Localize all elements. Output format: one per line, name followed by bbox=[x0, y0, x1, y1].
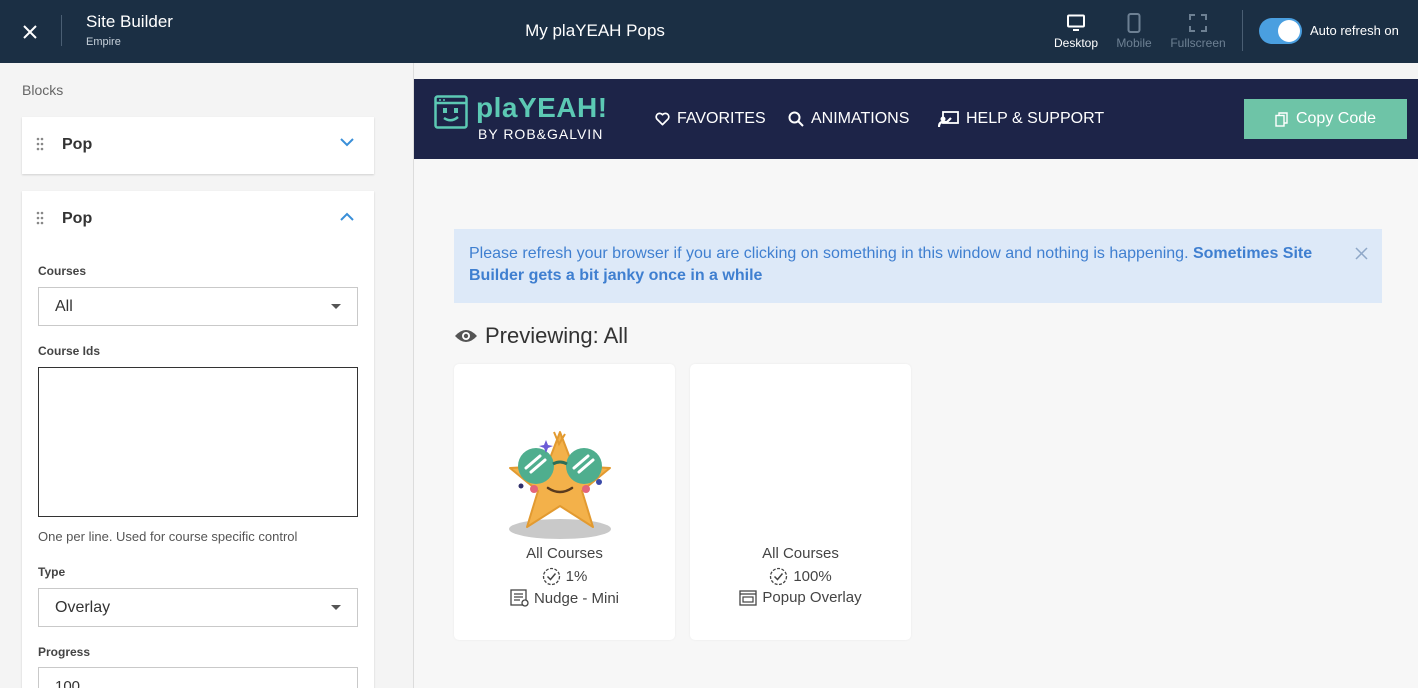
desktop-label: Desktop bbox=[1053, 36, 1099, 50]
fullscreen-label: Fullscreen bbox=[1170, 36, 1226, 50]
nav-help-label: HELP & SUPPORT bbox=[966, 110, 1105, 127]
progress-input[interactable] bbox=[38, 667, 358, 688]
course-ids-textarea[interactable] bbox=[38, 367, 358, 517]
blocks-heading: Blocks bbox=[22, 82, 64, 98]
mobile-icon bbox=[1104, 13, 1164, 33]
block-title: Pop bbox=[62, 136, 93, 153]
nudge-type-icon bbox=[510, 589, 529, 607]
block-pop-collapsed: Pop bbox=[22, 117, 374, 174]
caret-down-icon bbox=[331, 304, 341, 309]
toggle-knob bbox=[1278, 20, 1300, 42]
card-courses-text: All Courses bbox=[762, 545, 839, 562]
heart-icon bbox=[655, 112, 670, 126]
card-type: Popup Overlay bbox=[690, 589, 911, 606]
courses-select[interactable]: All bbox=[38, 287, 358, 326]
chevron-up-icon[interactable] bbox=[340, 212, 354, 221]
drag-handle-icon[interactable] bbox=[36, 211, 44, 225]
app-subtitle: Empire bbox=[86, 36, 121, 48]
close-icon bbox=[23, 25, 37, 39]
star-with-glasses-image bbox=[509, 431, 611, 539]
progress-check-icon bbox=[770, 567, 788, 586]
courses-value: All bbox=[55, 298, 73, 315]
card-progress: 100% bbox=[690, 567, 911, 586]
type-value: Overlay bbox=[55, 599, 111, 616]
mobile-label: Mobile bbox=[1116, 36, 1152, 50]
logo-text: plaYEAH! bbox=[476, 92, 608, 123]
card-progress-text: 1% bbox=[565, 568, 588, 585]
fullscreen-icon bbox=[1168, 13, 1228, 33]
copy-code-button[interactable]: Copy Code bbox=[1244, 99, 1407, 139]
block-header[interactable]: Pop bbox=[22, 117, 374, 173]
desktop-icon bbox=[1046, 13, 1106, 33]
chevron-down-icon[interactable] bbox=[340, 138, 354, 147]
support-icon bbox=[938, 110, 959, 127]
desktop-view-button[interactable]: Desktop bbox=[1046, 13, 1106, 50]
courses-label: Courses bbox=[38, 264, 87, 278]
app-title: Site Builder bbox=[86, 12, 173, 31]
fullscreen-view-button[interactable]: Fullscreen bbox=[1168, 13, 1228, 50]
card-type: Nudge - Mini bbox=[454, 589, 675, 607]
eye-icon bbox=[455, 330, 477, 342]
course-ids-label: Course Ids bbox=[38, 344, 101, 358]
logo-subtext: BY ROB&GALVIN bbox=[478, 126, 604, 142]
progress-check-icon bbox=[542, 567, 560, 586]
block-title: Pop bbox=[62, 210, 93, 227]
copy-code-label: Copy Code bbox=[1295, 110, 1377, 127]
close-icon[interactable] bbox=[1355, 247, 1368, 260]
nav-help-support[interactable]: HELP & SUPPORT bbox=[938, 110, 1104, 128]
type-label: Type bbox=[38, 565, 66, 579]
auto-refresh-label: Auto refresh on bbox=[1310, 23, 1399, 38]
previewing-text: Previewing: All bbox=[485, 323, 629, 348]
card-progress: 1% bbox=[454, 567, 675, 586]
pop-card[interactable]: All Courses 100% Popup Overlay bbox=[690, 364, 911, 640]
nav-favorites[interactable]: FAVORITES bbox=[655, 110, 766, 128]
blocks-panel: Blocks Pop Pop Courses All Course Ids On… bbox=[0, 63, 414, 688]
previewing-heading: Previewing: All bbox=[454, 323, 628, 349]
drag-handle-icon[interactable] bbox=[36, 137, 44, 151]
close-button[interactable] bbox=[16, 18, 44, 46]
block-pop-expanded: Pop Courses All Course Ids One per line.… bbox=[22, 191, 374, 688]
nav-favorites-label: FAVORITES bbox=[677, 110, 766, 127]
course-ids-help: One per line. Used for course specific c… bbox=[38, 529, 298, 544]
copy-icon bbox=[1275, 111, 1288, 127]
alert-text: Please refresh your browser if you are c… bbox=[469, 245, 1193, 262]
card-progress-text: 100% bbox=[793, 568, 832, 585]
divider bbox=[1242, 10, 1243, 51]
card-courses: All Courses bbox=[454, 545, 675, 562]
pop-card[interactable]: All Courses 1% Nudge - Mini bbox=[454, 364, 675, 640]
refresh-alert: Please refresh your browser if you are c… bbox=[454, 229, 1382, 303]
block-header[interactable]: Pop bbox=[22, 191, 374, 247]
nav-animations[interactable]: ANIMATIONS bbox=[788, 110, 909, 128]
divider bbox=[61, 15, 62, 46]
card-courses: All Courses bbox=[690, 545, 911, 562]
auto-refresh-toggle[interactable] bbox=[1259, 18, 1302, 44]
nav-animations-label: ANIMATIONS bbox=[811, 110, 910, 127]
type-select[interactable]: Overlay bbox=[38, 588, 358, 627]
popup-overlay-icon bbox=[739, 589, 758, 606]
site-nav: plaYEAH! BY ROB&GALVIN FAVORITES ANIMATI… bbox=[414, 79, 1418, 159]
card-type-text: Popup Overlay bbox=[762, 589, 862, 606]
page-name: My plaYEAH Pops bbox=[525, 21, 665, 40]
site-preview: plaYEAH! BY ROB&GALVIN FAVORITES ANIMATI… bbox=[414, 79, 1418, 688]
card-type-text: Nudge - Mini bbox=[533, 589, 620, 607]
card-courses-text: All Courses bbox=[526, 545, 603, 562]
search-icon bbox=[788, 111, 804, 127]
caret-down-icon bbox=[331, 605, 341, 610]
logo-window-icon bbox=[434, 95, 468, 129]
mobile-view-button[interactable]: Mobile bbox=[1104, 13, 1164, 50]
progress-label: Progress bbox=[38, 645, 91, 659]
top-bar: Site Builder Empire My plaYEAH Pops Desk… bbox=[0, 0, 1418, 63]
